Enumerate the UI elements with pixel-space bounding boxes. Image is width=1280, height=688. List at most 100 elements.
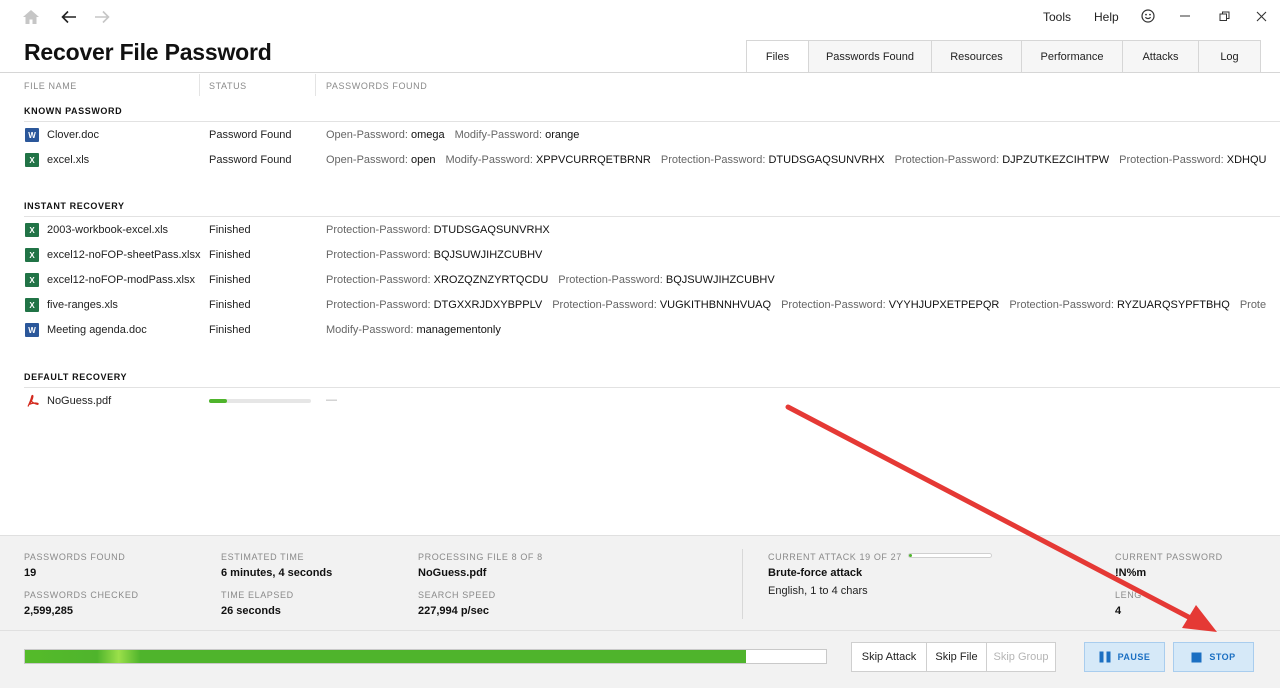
password-value: VYYHJUPXETPEPQR bbox=[888, 299, 1000, 311]
passwords-found-cell: Open-Password: omega Modify-Password: ora… bbox=[326, 129, 1266, 141]
table-row[interactable]: Xfive-ranges.xls Finished Protection-Passw… bbox=[0, 294, 1280, 316]
password-type-label: Protection-Password: bbox=[894, 154, 1000, 166]
excel-file-icon: X bbox=[25, 248, 39, 262]
password-entry: Protection-Password: DTGXXRJDXYBPPLV bbox=[326, 299, 542, 311]
passwords-found-cell: Protection-Password: XROZQZNZYRTQCDU Prot… bbox=[326, 274, 1266, 286]
tools-menu[interactable]: Tools bbox=[1043, 10, 1071, 24]
overall-progress-fill bbox=[25, 650, 746, 663]
forward-arrow-icon[interactable] bbox=[91, 6, 113, 28]
password-entry: Protection-Password: BQJSUWJIHZCUBHV bbox=[326, 249, 542, 261]
processing-file-label: PROCESSING FILE 8 OF 8 bbox=[418, 552, 543, 562]
password-entry: Protection-Password: VUGKITHBNNHVUAQ bbox=[552, 299, 771, 311]
length-label: LENG bbox=[1115, 590, 1142, 600]
password-type-label: Protection-Password: bbox=[326, 299, 431, 311]
passwords-found-cell: Modify-Password: managementonly bbox=[326, 324, 1266, 336]
password-entry: Protection-Password: DTUDSGAQSUNVRHX bbox=[661, 154, 885, 166]
tab-files[interactable]: Files bbox=[746, 40, 809, 73]
password-type-label: Protection-Password: bbox=[781, 299, 886, 311]
tab-log[interactable]: Log bbox=[1199, 40, 1261, 73]
table-row[interactable]: W Meeting agenda.doc Finished Modify-Passwo… bbox=[0, 319, 1280, 341]
pdf-file-icon bbox=[25, 394, 39, 408]
file-name: 2003-workbook-excel.xls bbox=[47, 224, 169, 236]
password-entry: Protection-Password: XROZQZNZYRTQCDU bbox=[326, 274, 548, 286]
pause-icon bbox=[1099, 651, 1111, 663]
excel-file-icon: X bbox=[25, 223, 39, 237]
password-value: open bbox=[411, 154, 436, 166]
password-entry: Protection-Password: VYYHJUPXETPEPQR bbox=[781, 299, 999, 311]
password-entry: Protection-Passwor bbox=[1240, 299, 1266, 311]
excel-file-icon: X bbox=[25, 153, 39, 167]
length-value: 4 bbox=[1115, 605, 1122, 617]
password-type-label: Protection-Password: bbox=[558, 274, 663, 286]
current-attack-value: Brute-force attack bbox=[768, 567, 863, 579]
password-value: XPPVCURRQETBRNR bbox=[535, 154, 651, 166]
help-menu[interactable]: Help bbox=[1094, 10, 1119, 24]
statistics-panel: PASSWORDS FOUND 19 PASSWORDS CHECKED 2,5… bbox=[0, 535, 1280, 630]
skip-button-group: Skip Attack Skip File Skip Group bbox=[851, 642, 1056, 672]
close-icon[interactable] bbox=[1249, 6, 1273, 26]
password-value: DTUDSGAQSUNVRHX bbox=[768, 154, 885, 166]
stop-label: STOP bbox=[1209, 652, 1236, 662]
time-elapsed-value: 26 seconds bbox=[221, 605, 281, 617]
password-entry: Protection-Password: RYZUARQSYPFTBHQ bbox=[1009, 299, 1229, 311]
passwords-checked-label: PASSWORDS CHECKED bbox=[24, 590, 139, 600]
password-type-label: Protection-Passwor bbox=[1239, 299, 1266, 311]
tabs-divider bbox=[0, 72, 1280, 73]
overall-progress-bar bbox=[24, 649, 827, 664]
password-type-label: Protection-Password: bbox=[326, 224, 431, 236]
stop-button[interactable]: STOP bbox=[1173, 642, 1254, 672]
password-value: XROZQZNZYRTQCDU bbox=[433, 274, 549, 286]
processing-file-value: NoGuess.pdf bbox=[418, 567, 487, 579]
passwords-found-cell: Protection-Password: BQJSUWJIHZCUBHV bbox=[326, 249, 1266, 261]
password-entry: Protection-Password: BQJSUWJIHZCUBHV bbox=[558, 274, 774, 286]
column-divider[interactable] bbox=[315, 74, 316, 96]
file-status: Finished bbox=[209, 249, 251, 261]
back-arrow-icon[interactable] bbox=[58, 6, 80, 28]
view-tabs: Files Passwords Found Resources Performa… bbox=[746, 40, 1261, 73]
top-navigation-bar: Tools Help bbox=[0, 0, 1280, 34]
table-row[interactable]: X 2003-workbook-excel.xls Finished Protecti… bbox=[0, 219, 1280, 241]
attack-progress-bar bbox=[908, 553, 992, 558]
search-speed-label: SEARCH SPEED bbox=[418, 590, 496, 600]
stats-divider bbox=[742, 549, 743, 619]
word-file-icon: W bbox=[25, 128, 39, 142]
attack-progress-fill bbox=[909, 554, 913, 557]
password-type-label: Protection-Password: bbox=[326, 274, 431, 286]
tab-resources[interactable]: Resources bbox=[932, 40, 1022, 73]
tab-attacks[interactable]: Attacks bbox=[1123, 40, 1199, 73]
tab-performance[interactable]: Performance bbox=[1022, 40, 1123, 73]
restore-icon[interactable] bbox=[1212, 6, 1236, 26]
minimize-icon[interactable] bbox=[1173, 6, 1197, 26]
file-name: excel12-noFOP-modPass.xlsx bbox=[47, 274, 195, 286]
pause-button[interactable]: PAUSE bbox=[1084, 642, 1165, 672]
password-value: orange bbox=[545, 129, 580, 141]
skip-file-button[interactable]: Skip File bbox=[927, 643, 987, 671]
password-type-label: Protection-Password: bbox=[1119, 154, 1224, 166]
password-value: XDHQUPUPFMHKSI bbox=[1226, 154, 1266, 166]
password-type-label: Open-Password: bbox=[326, 154, 408, 166]
file-name: Meeting agenda.doc bbox=[47, 324, 147, 336]
password-entry: Open-Password: open bbox=[326, 154, 435, 166]
column-divider[interactable] bbox=[199, 74, 200, 96]
recover-file-password-window: Tools Help Recover File Password Files P… bbox=[0, 0, 1280, 688]
table-row[interactable]: Xexcel12-noFOP-sheetPass.xlsx Finished Pro… bbox=[0, 244, 1280, 266]
tab-passwords-found[interactable]: Passwords Found bbox=[809, 40, 932, 73]
table-row[interactable]: Xexcel.xls Password Found Open-Password: o… bbox=[0, 149, 1280, 171]
file-progress-bar bbox=[209, 399, 311, 403]
pause-label: PAUSE bbox=[1117, 652, 1151, 662]
column-header-file-name[interactable]: FILE NAME bbox=[24, 81, 77, 91]
table-row[interactable]: Xexcel12-noFOP-modPass.xlsx Finished Prote… bbox=[0, 269, 1280, 291]
smiley-feedback-icon[interactable] bbox=[1136, 6, 1160, 26]
home-icon[interactable] bbox=[20, 6, 42, 28]
file-status: Finished bbox=[209, 299, 251, 311]
password-type-label: Protection-Password: bbox=[1009, 299, 1114, 311]
skip-attack-button[interactable]: Skip Attack bbox=[852, 643, 927, 671]
column-header-passwords-found[interactable]: PASSWORDS FOUND bbox=[326, 81, 427, 91]
excel-file-icon: X bbox=[25, 273, 39, 287]
table-row[interactable]: W Clover.doc Password Found Open-Password: … bbox=[0, 124, 1280, 146]
column-header-status[interactable]: STATUS bbox=[209, 81, 247, 91]
password-type-label: Modify-Password: bbox=[445, 154, 533, 166]
table-row[interactable]: NoGuess.pdf — bbox=[0, 390, 1280, 412]
password-value: managementonly bbox=[416, 324, 501, 336]
password-type-label: Protection-Password: bbox=[552, 299, 657, 311]
